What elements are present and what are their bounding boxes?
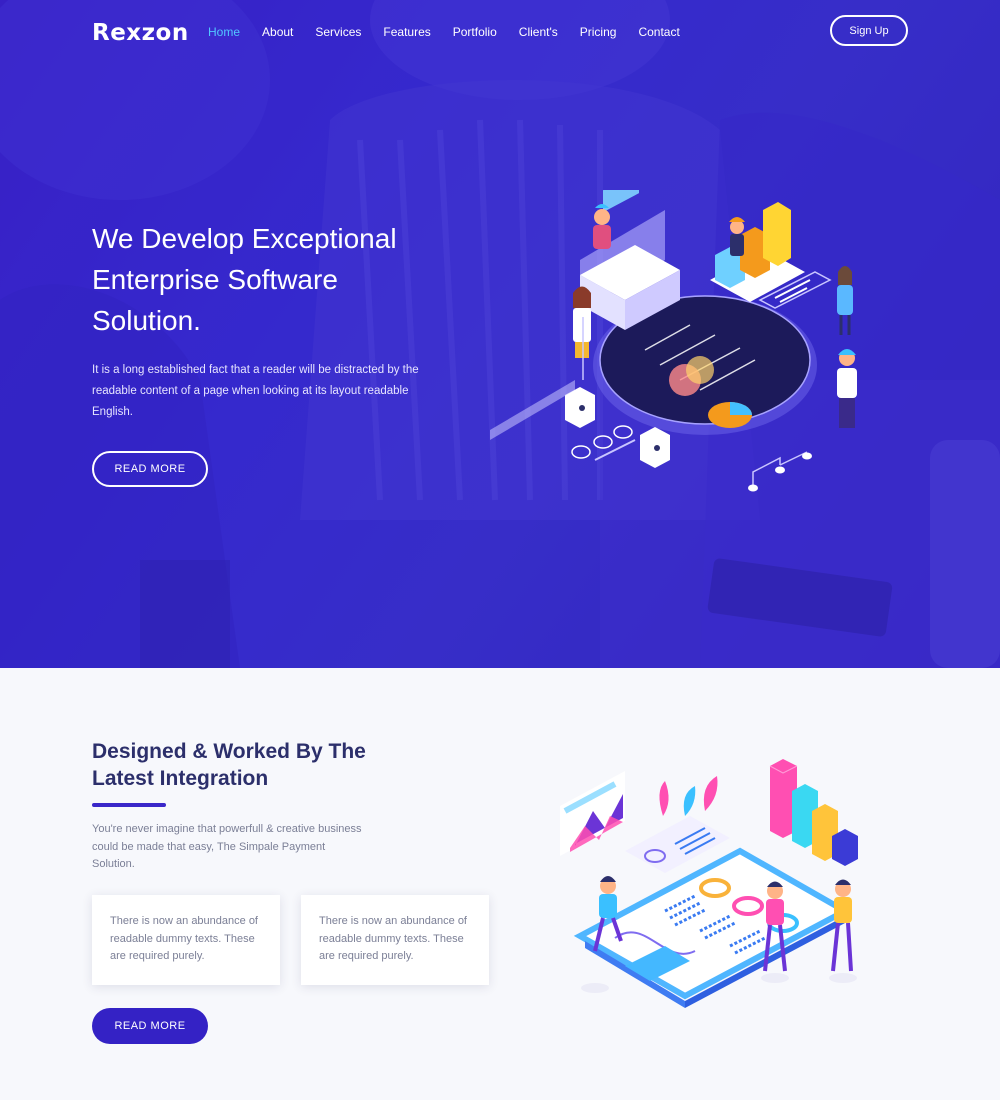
signup-button[interactable]: Sign Up (830, 15, 908, 46)
card-text: There is now an abundance of readable du… (319, 915, 467, 962)
hero-title: We Develop Exceptional Enterprise Softwa… (92, 223, 397, 336)
nav-item-home[interactable]: Home (208, 25, 240, 39)
main-menu: Home About Services Features Portfolio C… (208, 25, 702, 39)
nav-item-features[interactable]: Features (383, 25, 430, 39)
integration-section: Designed & Worked By The Latest Integrat… (0, 668, 1000, 1100)
feature-card-2: There is now an abundance of readable du… (301, 895, 489, 985)
section-description: You're never imagine that powerfull & cr… (92, 823, 362, 870)
nav-item-pricing[interactable]: Pricing (580, 25, 617, 39)
title-underline (92, 803, 166, 807)
hero-section: Rexzon Home About Services Features Port… (0, 0, 1000, 668)
nav-item-clients[interactable]: Client's (519, 25, 558, 39)
feature-card-1: There is now an abundance of readable du… (92, 895, 280, 985)
hero-description: It is a long established fact that a rea… (92, 364, 419, 418)
brand-logo[interactable]: Rexzon (92, 20, 189, 46)
top-navbar: Rexzon Home About Services Features Port… (0, 0, 1000, 64)
hero-read-more-button[interactable]: READ MORE (92, 451, 208, 487)
nav-item-portfolio[interactable]: Portfolio (453, 25, 497, 39)
analytics-tablet-isometric-icon (560, 759, 858, 1008)
card-text: There is now an abundance of readable du… (110, 915, 258, 962)
nav-item-services[interactable]: Services (315, 25, 361, 39)
section-read-more-button[interactable]: READ MORE (92, 1008, 208, 1044)
enterprise-dashboard-isometric-icon (490, 190, 857, 492)
nav-item-contact[interactable]: Contact (638, 25, 679, 39)
section-title: Designed & Worked By The Latest Integrat… (92, 740, 366, 790)
nav-item-about[interactable]: About (262, 25, 293, 39)
